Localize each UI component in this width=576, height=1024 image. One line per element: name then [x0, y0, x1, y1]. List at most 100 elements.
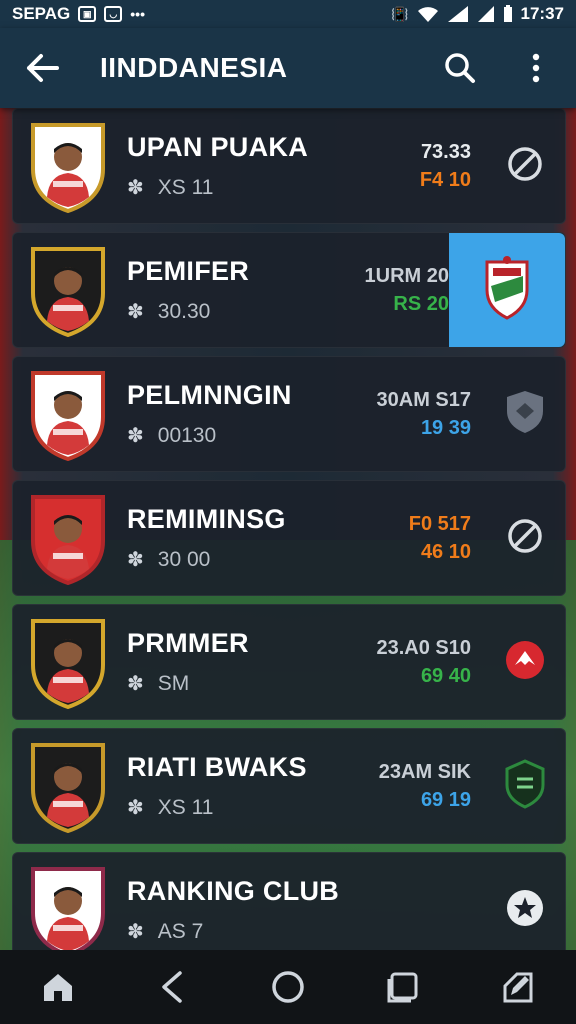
club-card[interactable]: UPAN PUAKA ✽ XS 11 73.33 F4 10	[12, 108, 566, 224]
stat-primary: 23AM SIK	[378, 761, 471, 783]
club-stats: F0 517 46 10	[361, 510, 471, 566]
stat-primary: 1URM 20	[364, 265, 449, 287]
club-info: REMIMINSG ✽ 30 00	[127, 504, 361, 572]
square-icon	[387, 972, 418, 1003]
recents-button[interactable]	[375, 959, 431, 1015]
clock: 17:37	[520, 4, 564, 23]
club-info: RANKING CLUB ✽ AS 7	[127, 876, 361, 944]
home-button[interactable]	[30, 959, 86, 1015]
club-player-badge	[29, 243, 107, 338]
card-action-button[interactable]	[485, 729, 565, 843]
club-stats: 23.A0 S10 69 40	[361, 634, 471, 690]
flower-icon: ✽	[127, 673, 144, 695]
vibrate-icon: 📳	[391, 5, 409, 22]
club-subtitle-text: XS 11	[157, 175, 214, 199]
app-bar: IINDDANESIA	[0, 28, 576, 108]
stat-secondary: 69 19	[420, 789, 471, 811]
club-crest-icon	[483, 255, 531, 325]
flower-icon: ✽	[127, 549, 144, 571]
club-stats: 30AM S17 19 39	[361, 386, 472, 442]
club-subtitle: ✽ 00130	[127, 423, 361, 448]
stat-primary: 30AM S17	[376, 389, 472, 411]
more-vert-icon	[532, 53, 540, 83]
club-info: UPAN PUAKA ✽ XS 11	[127, 132, 361, 200]
club-name: PELMNNGIN	[127, 380, 292, 410]
club-card[interactable]: PEMIFER ✽ 30.30 1URM 20 RS 20	[12, 232, 566, 348]
club-name: PRMMER	[127, 628, 249, 658]
circle-icon	[272, 971, 304, 1003]
club-player-badge	[29, 615, 107, 710]
more-notifications-icon: •••	[130, 6, 145, 22]
club-name: UPAN PUAKA	[127, 132, 309, 162]
stat-secondary: RS 20	[393, 293, 449, 315]
club-subtitle: ✽ XS 11	[127, 175, 361, 200]
stat-secondary: 69 40	[420, 665, 471, 687]
no-entry-icon	[505, 516, 545, 561]
shield-notification-icon: ◡	[104, 6, 123, 22]
page-title: IINDDANESIA	[100, 52, 288, 83]
status-bar: SEPAG ▣ ◡ ••• 📳 17:37	[0, 0, 576, 28]
search-icon	[445, 53, 475, 83]
stat-primary: 73.33	[420, 141, 471, 163]
club-subtitle-text: AS 7	[157, 919, 204, 943]
club-player-badge	[29, 367, 107, 462]
flower-icon: ✽	[127, 921, 144, 943]
stat-primary: 23.A0 S10	[376, 637, 471, 659]
search-button[interactable]	[440, 48, 480, 88]
club-subtitle-text: 30 00	[157, 547, 211, 571]
back-button[interactable]	[20, 46, 64, 90]
club-stats: 23AM SIK 69 19	[361, 758, 471, 814]
system-nav-bar	[0, 950, 576, 1024]
club-info: PRMMER ✽ SM	[127, 628, 361, 696]
club-subtitle: ✽ SM	[127, 671, 361, 696]
club-subtitle-text: XS 11	[157, 795, 214, 819]
club-subtitle: ✽ 30 00	[127, 547, 361, 572]
club-player-badge	[29, 119, 107, 214]
club-info: PEMIFER ✽ 30.30	[127, 256, 339, 324]
flower-icon: ✽	[127, 425, 144, 447]
stat-secondary: 19 39	[420, 417, 471, 439]
club-subtitle: ✽ 30.30	[127, 299, 339, 324]
club-card[interactable]: RANKING CLUB ✽ AS 7	[12, 852, 566, 950]
arrow-left-icon	[27, 54, 59, 82]
club-card[interactable]: PELMNNGIN ✽ 00130 30AM S17 19 39	[12, 356, 566, 472]
card-action-button[interactable]	[485, 357, 565, 471]
club-name: RANKING CLUB	[127, 876, 340, 906]
club-subtitle-text: 30.30	[157, 299, 211, 323]
club-subtitle-text: SM	[157, 671, 190, 695]
club-player-badge	[29, 739, 107, 834]
club-card[interactable]: PRMMER ✽ SM 23.A0 S10 69 40	[12, 604, 566, 720]
chevron-left-icon	[162, 971, 182, 1003]
club-stats: 73.33 F4 10	[361, 138, 471, 194]
card-action-button[interactable]	[485, 109, 565, 223]
club-player-badge	[29, 491, 107, 586]
home-icon	[43, 974, 72, 1001]
pencil-icon	[503, 972, 533, 1003]
alert-icon	[504, 639, 546, 686]
card-action-button[interactable]	[449, 233, 565, 347]
back-nav-button[interactable]	[145, 959, 201, 1015]
home-circle-button[interactable]	[260, 959, 316, 1015]
card-action-button[interactable]	[485, 853, 565, 950]
flower-icon: ✽	[127, 797, 144, 819]
battery-icon	[503, 5, 512, 22]
edit-button[interactable]	[490, 959, 546, 1015]
club-subtitle-text: 00130	[157, 423, 217, 447]
overflow-menu-button[interactable]	[516, 48, 556, 88]
signal-icon-2	[477, 6, 494, 22]
wifi-icon	[417, 7, 438, 22]
card-action-button[interactable]	[485, 481, 565, 595]
carrier-label: SEPAG	[12, 4, 71, 23]
club-name: REMIMINSG	[127, 504, 286, 534]
signal-icon	[447, 6, 468, 22]
shield-icon	[504, 389, 546, 440]
club-card[interactable]: REMIMINSG ✽ 30 00 F0 517 46 10	[12, 480, 566, 596]
flower-icon: ✽	[127, 177, 144, 199]
shield-badge-icon	[503, 758, 547, 814]
club-card[interactable]: RIATI BWAKS ✽ XS 11 23AM SIK 69 19	[12, 728, 566, 844]
club-list[interactable]: UPAN PUAKA ✽ XS 11 73.33 F4 10 PEMIFER ✽ 30.30 1…	[12, 108, 566, 950]
card-action-button[interactable]	[485, 605, 565, 719]
club-subtitle: ✽ XS 11	[127, 795, 361, 820]
stat-primary: F0 517	[408, 513, 471, 535]
club-stats: 1URM 20 RS 20	[339, 262, 449, 318]
